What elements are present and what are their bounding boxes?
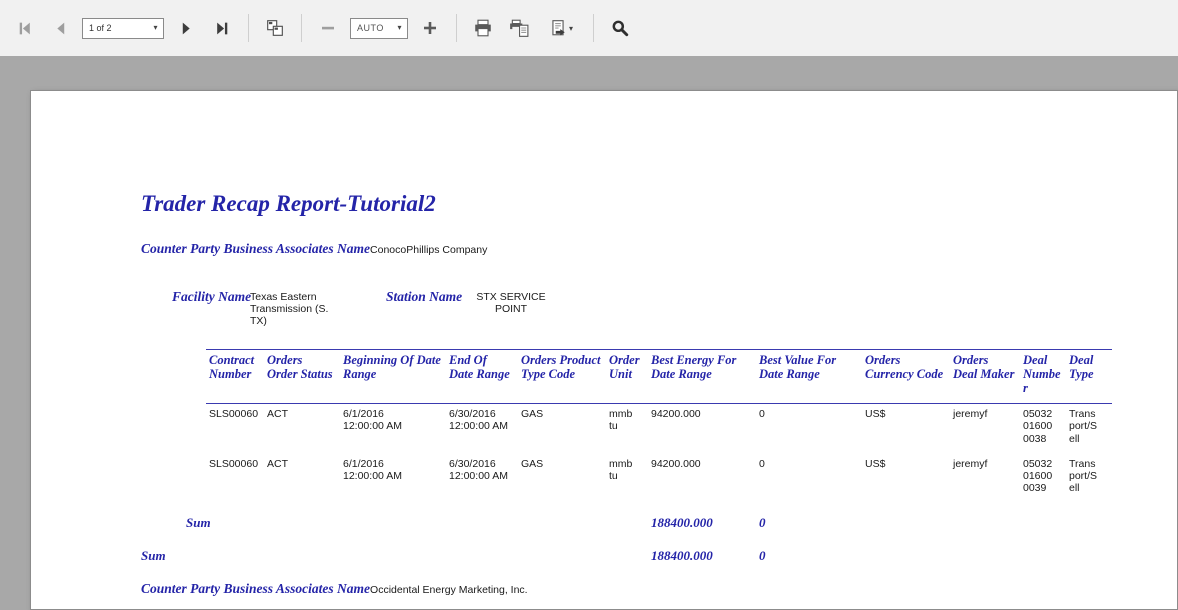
station-sum-best-value: 0 — [759, 515, 766, 531]
report-toolbar: 1 of 2 ▾ — [0, 0, 1178, 56]
column-header: Beginning Of Date Range — [340, 350, 446, 404]
column-header: Order Unit — [606, 350, 648, 404]
column-header: Best Energy For Date Range — [648, 350, 756, 404]
orders-table: Contract Number Orders Order Status Begi… — [206, 349, 1112, 504]
report-viewer-area: Trader Recap Report-Tutorial2 Counter Pa… — [0, 56, 1178, 600]
zoom-out-button[interactable] — [314, 14, 342, 42]
zoom-in-button[interactable] — [416, 14, 444, 42]
cell-contract-number: SLS00060 — [206, 454, 264, 504]
counter-party-sum-best-value: 0 — [759, 548, 766, 564]
next-page-icon — [178, 20, 195, 37]
column-header: End Of Date Range — [446, 350, 518, 404]
facility-label: Facility Name — [172, 289, 251, 305]
zoom-select-value: AUTO — [351, 23, 392, 33]
cell-deal-type: Transport/Sell — [1066, 454, 1112, 504]
export-button[interactable]: ▾ — [541, 14, 581, 42]
export-icon — [549, 19, 567, 37]
print-layout-icon — [509, 19, 529, 37]
column-header: Orders Deal Maker — [950, 350, 1020, 404]
column-header: Orders Product Type Code — [518, 350, 606, 404]
toolbar-separator — [593, 14, 594, 42]
report-viewer-app: { "toolbar": { "page_select": { "value":… — [0, 0, 1178, 600]
toolbar-separator — [248, 14, 249, 42]
next-page-button[interactable] — [172, 14, 200, 42]
cell-deal-maker: jeremyf — [950, 454, 1020, 504]
table-row: SLS00060 ACT 6/1/2016 12:00:00 AM 6/30/2… — [206, 454, 1112, 504]
facility-value: Texas Eastern Transmission (S. TX) — [250, 291, 340, 327]
column-header: Contract Number — [206, 350, 264, 404]
column-header: Best Value For Date Range — [756, 350, 862, 404]
column-header: Deal Number — [1020, 350, 1066, 404]
station-label: Station Name — [386, 289, 462, 305]
first-page-button[interactable] — [10, 14, 38, 42]
cell-begin-date: 6/1/2016 12:00:00 AM — [340, 454, 446, 504]
chevron-down-icon: ▾ — [392, 24, 407, 32]
cell-begin-date: 6/1/2016 12:00:00 AM — [340, 404, 446, 454]
previous-page-button[interactable] — [46, 14, 74, 42]
previous-page-icon — [52, 20, 69, 37]
station-value: STX SERVICE POINT — [468, 291, 554, 315]
last-page-button[interactable] — [208, 14, 236, 42]
cell-deal-maker: jeremyf — [950, 404, 1020, 454]
report-page: Trader Recap Report-Tutorial2 Counter Pa… — [30, 90, 1178, 610]
cell-best-energy: 94200.000 — [648, 404, 756, 454]
station-sum-best-energy: 188400.000 — [651, 515, 713, 531]
multipage-view-button[interactable] — [261, 14, 289, 42]
multipage-icon — [266, 19, 284, 37]
cell-order-status: ACT — [264, 404, 340, 454]
last-page-icon — [214, 20, 231, 37]
counter-party-label: Counter Party Business Associates Name — [141, 581, 370, 596]
chevron-down-icon: ▾ — [569, 24, 573, 33]
counter-party-line: Counter Party Business Associates NameOc… — [141, 580, 528, 598]
page-select[interactable]: 1 of 2 ▾ — [82, 18, 164, 39]
cell-currency: US$ — [862, 404, 950, 454]
print-layout-button[interactable] — [505, 14, 533, 42]
cell-order-unit: mmbtu — [606, 404, 648, 454]
column-header: Orders Currency Code — [862, 350, 950, 404]
cell-best-energy: 94200.000 — [648, 454, 756, 504]
table-row: SLS00060 ACT 6/1/2016 12:00:00 AM 6/30/2… — [206, 404, 1112, 454]
cell-best-value: 0 — [756, 404, 862, 454]
station-sum-label: Sum — [186, 515, 211, 531]
plus-icon — [422, 20, 438, 36]
printer-icon — [473, 19, 493, 37]
counter-party-value: Occidental Energy Marketing, Inc. — [370, 584, 528, 596]
first-page-icon — [16, 20, 33, 37]
search-icon — [611, 19, 629, 37]
counter-party-value: ConocoPhillips Company — [370, 244, 487, 256]
search-button[interactable] — [606, 14, 634, 42]
cell-deal-type: Transport/Sell — [1066, 404, 1112, 454]
zoom-select[interactable]: AUTO ▾ — [350, 18, 408, 39]
cell-deal-number: 05032016000039 — [1020, 454, 1066, 504]
toolbar-separator — [456, 14, 457, 42]
page-select-value: 1 of 2 — [83, 23, 148, 33]
report-title: Trader Recap Report-Tutorial2 — [141, 191, 436, 217]
toolbar-separator — [301, 14, 302, 42]
table-header-row: Contract Number Orders Order Status Begi… — [206, 350, 1112, 404]
column-header: Orders Order Status — [264, 350, 340, 404]
cell-deal-number: 05032016000038 — [1020, 404, 1066, 454]
cell-product-type: GAS — [518, 404, 606, 454]
cell-end-date: 6/30/2016 12:00:00 AM — [446, 404, 518, 454]
cell-contract-number: SLS00060 — [206, 404, 264, 454]
cell-product-type: GAS — [518, 454, 606, 504]
cell-end-date: 6/30/2016 12:00:00 AM — [446, 454, 518, 504]
cell-order-unit: mmbtu — [606, 454, 648, 504]
counter-party-line: Counter Party Business Associates NameCo… — [141, 240, 487, 258]
counter-party-label: Counter Party Business Associates Name — [141, 241, 370, 256]
cell-best-value: 0 — [756, 454, 862, 504]
chevron-down-icon: ▾ — [148, 24, 163, 32]
counter-party-sum-best-energy: 188400.000 — [651, 548, 713, 564]
cell-order-status: ACT — [264, 454, 340, 504]
minus-icon — [320, 20, 336, 36]
counter-party-sum-label: Sum — [141, 548, 166, 564]
column-header: Deal Type — [1066, 350, 1112, 404]
print-button[interactable] — [469, 14, 497, 42]
cell-currency: US$ — [862, 454, 950, 504]
